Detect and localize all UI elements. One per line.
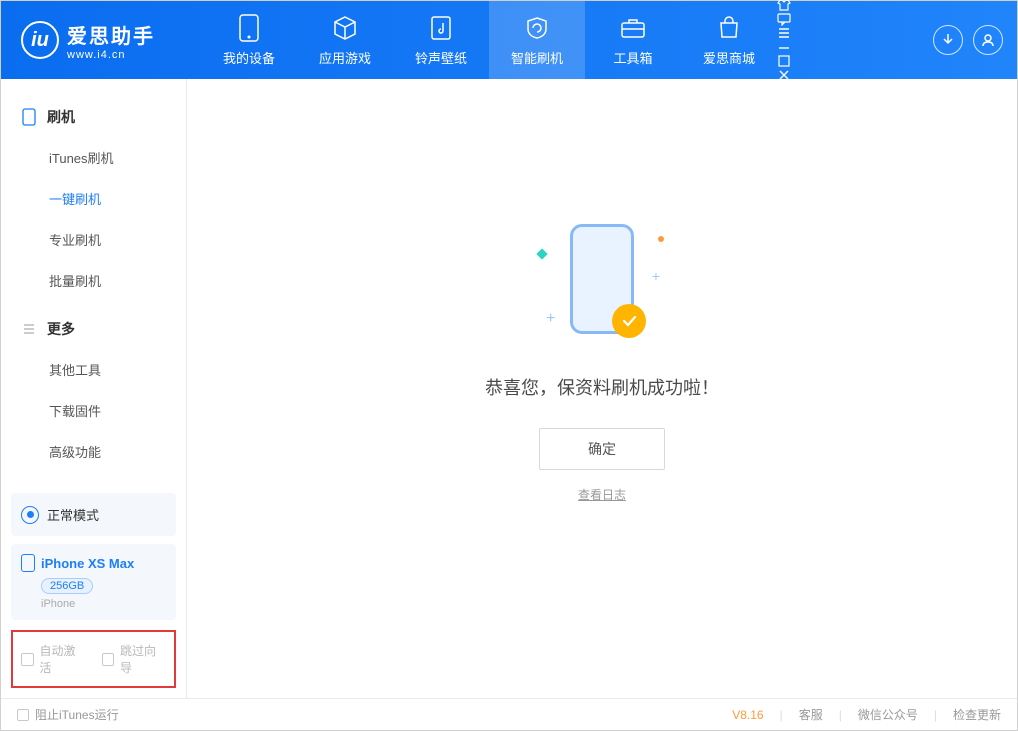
check-icon: [612, 304, 646, 338]
skin-icon[interactable]: [777, 0, 791, 12]
download-manager-button[interactable]: [933, 25, 963, 55]
toolbox-icon: [619, 14, 647, 42]
bag-icon: [715, 14, 743, 42]
device-mode-card[interactable]: 正常模式: [11, 493, 176, 536]
sidebar-item-onekey-flash[interactable]: 一键刷机: [1, 178, 186, 219]
main-content: ++ 恭喜您，保资料刷机成功啦！ 确定 查看日志: [187, 79, 1017, 698]
nav-ringtones[interactable]: 铃声壁纸: [393, 1, 489, 79]
mode-indicator-icon: [21, 506, 39, 524]
options-highlight: 自动激活 跳过向导: [11, 630, 176, 688]
device-name: iPhone XS Max: [41, 556, 134, 571]
nav-apps[interactable]: 应用游戏: [297, 1, 393, 79]
sidebar-item-pro-flash[interactable]: 专业刷机: [1, 219, 186, 260]
nav-flash[interactable]: 智能刷机: [489, 1, 585, 79]
main-nav: 我的设备 应用游戏 铃声壁纸 智能刷机 工具箱 爱思商城: [201, 1, 777, 79]
sidebar-group-more: 更多: [1, 309, 186, 349]
view-log-link[interactable]: 查看日志: [578, 486, 626, 503]
sidebar: 刷机 iTunes刷机 一键刷机 专业刷机 批量刷机 更多 其他工具 下载固件 …: [1, 79, 187, 698]
success-message: 恭喜您，保资料刷机成功啦！: [485, 374, 719, 400]
sidebar-item-itunes-flash[interactable]: iTunes刷机: [1, 137, 186, 178]
ok-button[interactable]: 确定: [539, 428, 665, 470]
nav-my-device[interactable]: 我的设备: [201, 1, 297, 79]
maximize-button[interactable]: [777, 54, 791, 68]
sidebar-item-other-tools[interactable]: 其他工具: [1, 349, 186, 390]
success-illustration: ++: [542, 224, 662, 344]
device-mode-label: 正常模式: [47, 505, 99, 524]
check-update-link[interactable]: 检查更新: [953, 706, 1001, 723]
sidebar-item-download-fw[interactable]: 下载固件: [1, 390, 186, 431]
sidebar-group-flash: 刷机: [1, 97, 186, 137]
phone-outline-icon: [21, 109, 37, 125]
app-logo: iu 爱思助手 www.i4.cn: [1, 20, 201, 61]
menu-icon[interactable]: [777, 26, 791, 40]
nav-toolbox[interactable]: 工具箱: [585, 1, 681, 79]
sidebar-item-batch-flash[interactable]: 批量刷机: [1, 260, 186, 301]
phone-icon: [21, 554, 35, 572]
device-card[interactable]: iPhone XS Max 256GB iPhone: [11, 544, 176, 620]
account-button[interactable]: [973, 25, 1003, 55]
refresh-shield-icon: [523, 14, 551, 42]
skip-guide-checkbox[interactable]: 跳过向导: [102, 642, 167, 676]
nav-store[interactable]: 爱思商城: [681, 1, 777, 79]
support-link[interactable]: 客服: [799, 706, 823, 723]
minimize-button[interactable]: [777, 40, 791, 54]
device-capacity: 256GB: [41, 578, 93, 594]
wechat-link[interactable]: 微信公众号: [858, 706, 918, 723]
device-type: iPhone: [41, 598, 166, 610]
sidebar-item-advanced[interactable]: 高级功能: [1, 431, 186, 472]
version-label: V8.16: [732, 708, 763, 722]
block-itunes-checkbox[interactable]: 阻止iTunes运行: [17, 706, 119, 723]
logo-icon: iu: [21, 21, 59, 59]
auto-activate-checkbox[interactable]: 自动激活: [21, 642, 86, 676]
window-controls: [777, 0, 791, 82]
feedback-icon[interactable]: [777, 12, 791, 26]
cube-icon: [331, 14, 359, 42]
app-name: 爱思助手: [67, 20, 155, 49]
app-site: www.i4.cn: [67, 49, 155, 61]
device-icon: [235, 14, 263, 42]
app-header: iu 爱思助手 www.i4.cn 我的设备 应用游戏 铃声壁纸 智能刷机 工具…: [1, 1, 1017, 79]
music-file-icon: [427, 14, 455, 42]
list-icon: [21, 321, 37, 337]
status-bar: 阻止iTunes运行 V8.16 | 客服 | 微信公众号 | 检查更新: [1, 698, 1017, 730]
